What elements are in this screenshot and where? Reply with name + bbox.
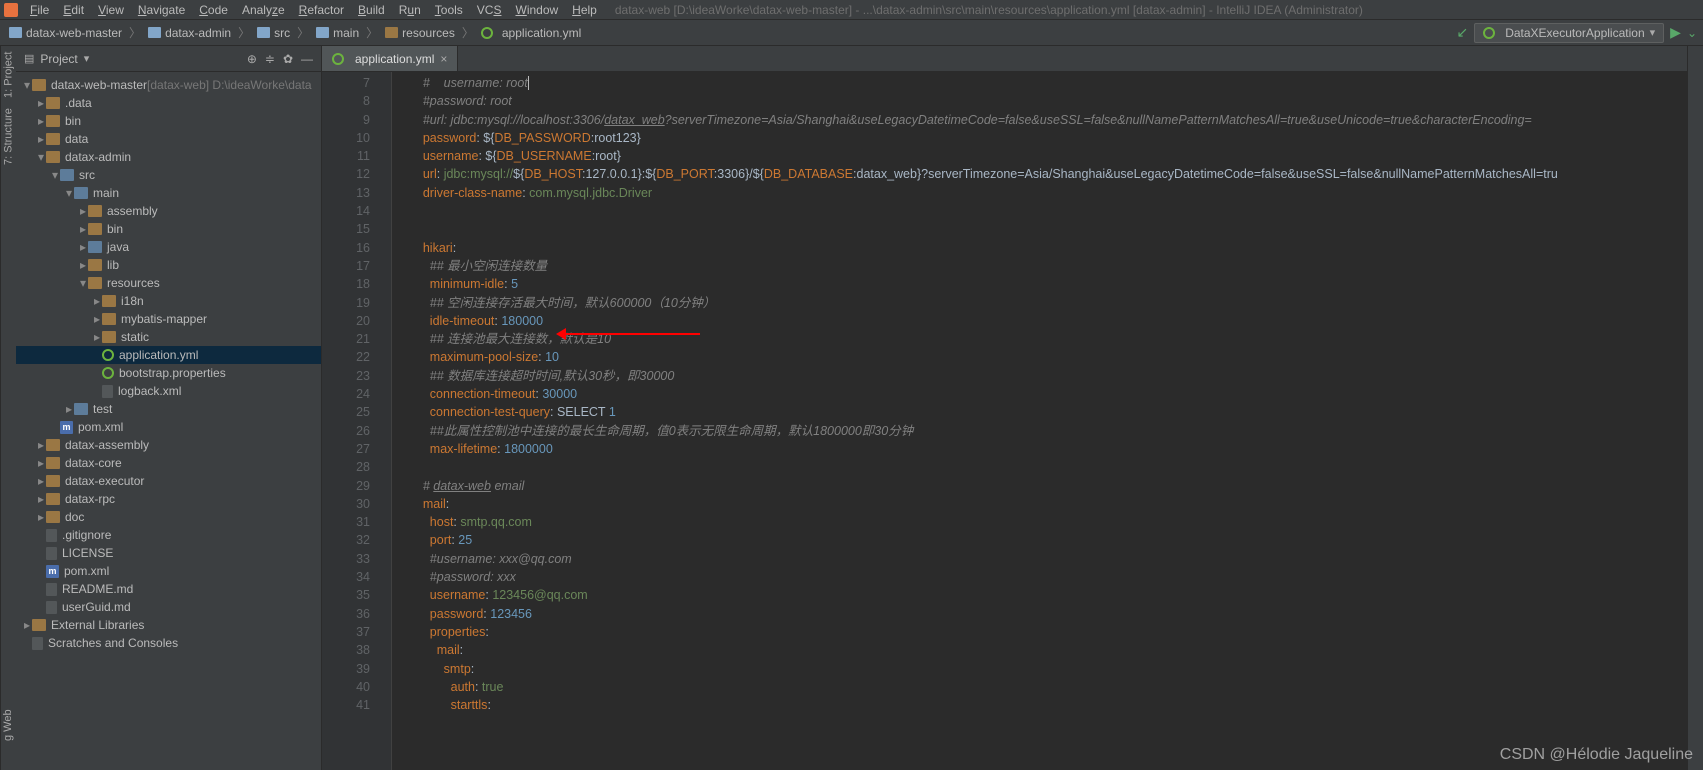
crumb-3[interactable]: main <box>313 26 362 40</box>
app-logo <box>4 3 18 17</box>
crumb-4[interactable]: resources <box>382 26 458 40</box>
hide-icon[interactable]: — <box>301 52 313 66</box>
menu-run[interactable]: Run <box>393 3 427 17</box>
menu-file[interactable]: File <box>24 3 55 17</box>
nav-bar: datax-web-master〉 datax-admin〉 src〉 main… <box>0 20 1703 46</box>
panel-icon: ▤ <box>24 52 34 65</box>
chevron-down-icon: ▾ <box>1650 26 1656 39</box>
tree-row[interactable]: data <box>16 130 321 148</box>
close-icon[interactable]: × <box>440 52 447 66</box>
run-config-selector[interactable]: DataXExecutorApplication ▾ <box>1474 23 1664 43</box>
editor-tabbar: application.yml × <box>322 46 1687 72</box>
tree-row[interactable]: test <box>16 400 321 418</box>
tree-row[interactable]: bootstrap.properties <box>16 364 321 382</box>
tree-row[interactable]: static <box>16 328 321 346</box>
run-config-label: DataXExecutorApplication <box>1505 26 1644 40</box>
spring-icon <box>1483 27 1495 39</box>
tree-row[interactable]: mpom.xml <box>16 562 321 580</box>
code-content[interactable]: # username: root #password: root #url: j… <box>392 72 1687 770</box>
tree-row[interactable]: README.md <box>16 580 321 598</box>
project-tree[interactable]: datax-web-master [datax-web] D:\ideaWork… <box>16 72 321 770</box>
tree-row[interactable]: bin <box>16 112 321 130</box>
tool-web[interactable]: g Web <box>0 680 16 770</box>
menu-view[interactable]: View <box>92 3 130 17</box>
editor-tab-application[interactable]: application.yml × <box>322 46 458 71</box>
left-gutter[interactable]: 7: Structure 1: Project <box>0 46 16 770</box>
window-title: datax-web [D:\ideaWorke\datax-web-master… <box>615 3 1363 17</box>
tree-row[interactable]: logback.xml <box>16 382 321 400</box>
tree-row[interactable]: bin <box>16 220 321 238</box>
tree-row[interactable]: datax-web-master [datax-web] D:\ideaWork… <box>16 76 321 94</box>
watermark: CSDN @Hélodie Jaqueline <box>1500 746 1693 764</box>
crumb-0[interactable]: datax-web-master <box>6 26 125 40</box>
menu-bar: File Edit View Navigate Code Analyze Ref… <box>0 0 1703 20</box>
menu-tools[interactable]: Tools <box>429 3 469 17</box>
run-button[interactable]: ▶ <box>1670 24 1681 41</box>
tree-row[interactable]: Scratches and Consoles <box>16 634 321 652</box>
right-gutter[interactable] <box>1687 46 1703 770</box>
tree-row[interactable]: lib <box>16 256 321 274</box>
sync-icon[interactable]: ↙ <box>1456 24 1468 41</box>
tree-row[interactable]: mybatis-mapper <box>16 310 321 328</box>
tree-row[interactable]: main <box>16 184 321 202</box>
tree-row[interactable]: .data <box>16 94 321 112</box>
tree-row[interactable]: resources <box>16 274 321 292</box>
tab-label: application.yml <box>355 52 434 66</box>
tool-project[interactable]: 1: Project <box>3 52 15 98</box>
menu-refactor[interactable]: Refactor <box>293 3 350 17</box>
menu-vcs[interactable]: VCS <box>471 3 508 17</box>
tree-row[interactable]: datax-core <box>16 454 321 472</box>
tool-structure[interactable]: 7: Structure <box>3 108 15 165</box>
tree-row[interactable]: userGuid.md <box>16 598 321 616</box>
tree-row[interactable]: assembly <box>16 202 321 220</box>
menu-analyze[interactable]: Analyze <box>236 3 291 17</box>
menu-build[interactable]: Build <box>352 3 391 17</box>
tree-row[interactable]: External Libraries <box>16 616 321 634</box>
tree-row[interactable]: datax-assembly <box>16 436 321 454</box>
select-opened-icon[interactable]: ⊕ <box>247 52 257 66</box>
project-panel: ▤ Project ▾ ⊕ ≑ ✿ — datax-web-master [da… <box>16 46 322 770</box>
toolbar-right: ↙ DataXExecutorApplication ▾ ▶ ⌄ <box>1456 23 1697 43</box>
tree-row[interactable]: java <box>16 238 321 256</box>
code-editor[interactable]: 7891011121314151617181920212223242526272… <box>322 72 1687 770</box>
tree-row[interactable]: src <box>16 166 321 184</box>
tree-row[interactable]: mpom.xml <box>16 418 321 436</box>
annotation-arrow <box>560 333 700 335</box>
tree-row[interactable]: doc <box>16 508 321 526</box>
crumb-1[interactable]: datax-admin <box>145 26 234 40</box>
fold-gutter[interactable] <box>378 72 392 770</box>
menu-code[interactable]: Code <box>193 3 234 17</box>
tree-row[interactable]: .gitignore <box>16 526 321 544</box>
spring-icon <box>332 53 344 65</box>
panel-title: Project <box>40 52 77 66</box>
breadcrumbs: datax-web-master〉 datax-admin〉 src〉 main… <box>6 24 584 41</box>
menu-help[interactable]: Help <box>566 3 603 17</box>
editor-area: application.yml × 7891011121314151617181… <box>322 46 1687 770</box>
menu-window[interactable]: Window <box>509 3 564 17</box>
menu-edit[interactable]: Edit <box>57 3 90 17</box>
tree-row[interactable]: datax-admin <box>16 148 321 166</box>
tree-row[interactable]: i18n <box>16 292 321 310</box>
project-header: ▤ Project ▾ ⊕ ≑ ✿ — <box>16 46 321 72</box>
tree-row[interactable]: datax-rpc <box>16 490 321 508</box>
line-gutter: 7891011121314151617181920212223242526272… <box>322 72 378 770</box>
tree-row[interactable]: datax-executor <box>16 472 321 490</box>
expand-icon[interactable]: ≑ <box>265 52 275 66</box>
crumb-5[interactable]: application.yml <box>478 26 584 40</box>
menu-navigate[interactable]: Navigate <box>132 3 191 17</box>
tree-row[interactable]: application.yml <box>16 346 321 364</box>
tree-row[interactable]: LICENSE <box>16 544 321 562</box>
crumb-2[interactable]: src <box>254 26 293 40</box>
settings-icon[interactable]: ✿ <box>283 52 293 66</box>
debug-button[interactable]: ⌄ <box>1687 26 1697 40</box>
chevron-down-icon[interactable]: ▾ <box>84 52 90 65</box>
